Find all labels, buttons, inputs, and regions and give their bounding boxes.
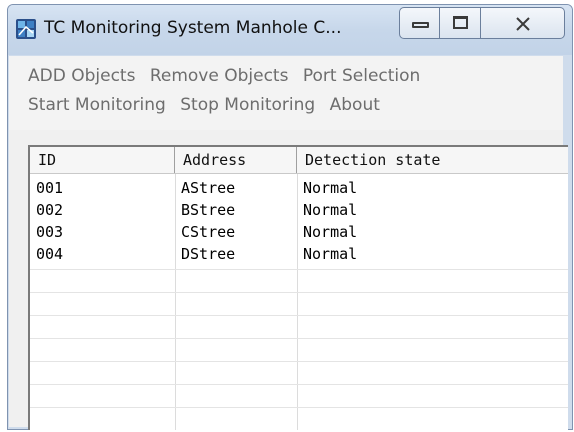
objects-list-view[interactable]: ID Address Detection state 001 AStree No… [28,145,568,430]
table-row[interactable]: 003 CStree Normal [30,222,568,244]
table-row[interactable]: 001 AStree Normal [30,178,568,200]
close-icon [516,17,530,31]
menu-port-selection[interactable]: Port Selection [303,66,420,86]
close-button[interactable] [481,7,565,39]
title-bar[interactable]: TC Monitoring System Manhole C... [8,5,572,55]
cell-detection-state: Normal [303,245,358,263]
menu-start-monitoring[interactable]: Start Monitoring [28,95,166,115]
row-divider [30,384,568,385]
cell-address: AStree [181,179,236,197]
row-divider [30,338,568,339]
table-row[interactable]: 004 DStree Normal [30,244,568,266]
column-header-address[interactable]: Address [175,147,297,173]
cell-address: DStree [181,245,236,263]
maximize-button[interactable] [440,7,481,39]
cell-id: 003 [36,223,64,241]
cell-address: CStree [181,223,236,241]
menu-about[interactable]: About [330,95,380,115]
row-divider [30,315,568,316]
cell-id: 002 [36,201,64,219]
cell-id: 004 [36,245,64,263]
maximize-icon [453,16,468,29]
menu-row-2: Start Monitoring Stop Monitoring About [28,95,389,121]
cell-detection-state: Normal [303,179,358,197]
cell-detection-state: Normal [303,223,358,241]
cell-detection-state: Normal [303,201,358,219]
minimize-button[interactable] [399,7,440,39]
list-body: 001 AStree Normal 002 BStree Normal 003 … [30,174,568,430]
column-header-detection-state[interactable]: Detection state [297,147,568,173]
minimize-icon [412,22,429,28]
menu-remove-objects[interactable]: Remove Objects [150,66,289,86]
row-divider [30,407,568,408]
cell-id: 001 [36,179,64,197]
menu-stop-monitoring[interactable]: Stop Monitoring [180,95,315,115]
window-title: TC Monitoring System Manhole C... [44,18,342,38]
row-divider [30,292,568,293]
table-row[interactable]: 002 BStree Normal [30,200,568,222]
column-header-id[interactable]: ID [30,147,175,173]
list-header: ID Address Detection state [30,147,568,174]
row-divider [30,269,568,270]
row-divider [30,361,568,362]
cell-address: BStree [181,201,236,219]
menu-row-1: ADD Objects Remove Objects Port Selectio… [28,66,429,92]
menu-bar: ADD Objects Remove Objects Port Selectio… [9,56,563,130]
menu-add-objects[interactable]: ADD Objects [28,66,135,86]
app-icon [16,19,36,39]
